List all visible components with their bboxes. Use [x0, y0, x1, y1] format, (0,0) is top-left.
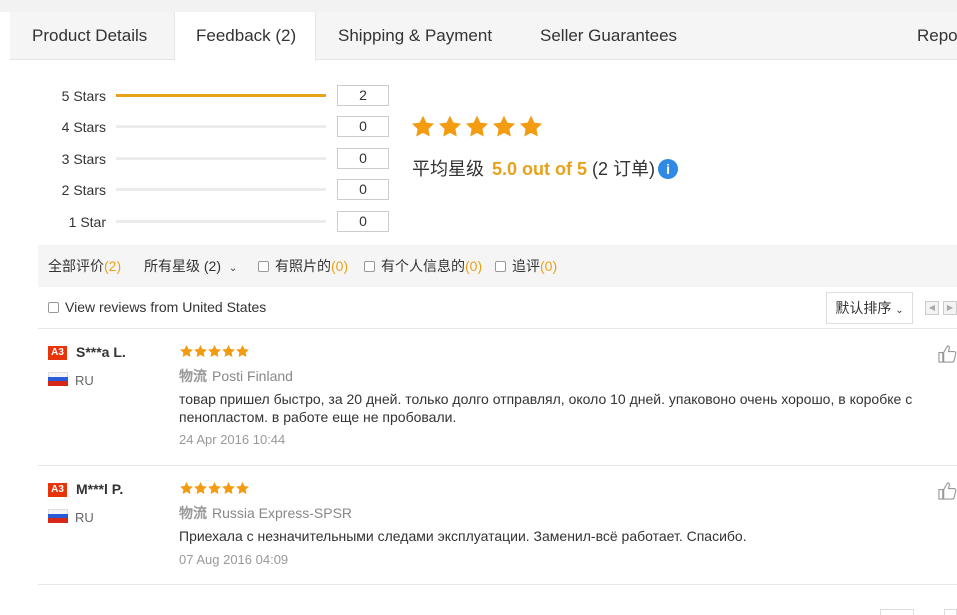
- tab-product-details[interactable]: Product Details: [10, 12, 174, 60]
- star-icon: [194, 344, 207, 357]
- shipping-method: Russia Express-SPSR: [212, 505, 353, 521]
- pagination-button[interactable]: [944, 609, 957, 615]
- sort-dropdown[interactable]: 默认排序 ⌄: [826, 292, 913, 324]
- pagination-button[interactable]: [880, 609, 914, 615]
- buyer-level-badge: A3: [48, 483, 67, 497]
- star-icon: [492, 115, 516, 137]
- chevron-down-icon: ⌄: [895, 305, 904, 316]
- histogram-track: [116, 125, 326, 128]
- filter-stars-label: 所有星级: [144, 258, 200, 274]
- tab-feedback[interactable]: Feedback (2): [174, 12, 316, 61]
- filter-photo-label: 有照片的: [275, 258, 331, 274]
- divider: [38, 584, 957, 585]
- histogram-count: 0: [337, 211, 389, 232]
- histogram-count: 2: [337, 85, 389, 106]
- filter-followup-label: 追评: [512, 258, 540, 274]
- histogram-label: 1 Star: [68, 214, 106, 230]
- histogram-label: 2 Stars: [61, 182, 106, 198]
- russia-flag-icon: [48, 372, 68, 386]
- histogram-label: 5 Stars: [61, 88, 106, 104]
- star-icon: [222, 344, 235, 357]
- filter-personal-info[interactable]: 有个人信息的(0): [364, 245, 482, 287]
- divider: [38, 328, 957, 329]
- review-date: 24 Apr 2016 10:44: [179, 432, 286, 447]
- chevron-down-icon: ⌄: [228, 263, 238, 274]
- review-text: товар пришел быстро, за 20 дней. только …: [179, 391, 913, 425]
- star-icon: [411, 115, 435, 137]
- review-text: Приехала с незначительными следами экспл…: [179, 528, 747, 544]
- checkbox-icon[interactable]: [258, 261, 269, 272]
- review-shipping: 物流 Posti Finland: [179, 366, 293, 386]
- checkbox-icon[interactable]: [364, 261, 375, 272]
- reviewer-name: M***l P.: [76, 481, 124, 497]
- thumbs-up-icon[interactable]: [938, 481, 957, 500]
- star-icon: [180, 344, 193, 357]
- star-icon: [222, 481, 235, 494]
- star-icon: [194, 481, 207, 494]
- sort-label: 默认排序: [835, 300, 892, 316]
- tab-bar: Product Details Feedback (2) Shipping & …: [10, 12, 957, 61]
- reviewer-country: RU: [75, 510, 94, 525]
- filter-photo-count: (0): [331, 258, 349, 274]
- average-rating-stars: [410, 114, 545, 145]
- view-reviews-from-us[interactable]: View reviews from United States: [48, 299, 266, 315]
- star-icon: [465, 115, 489, 137]
- histogram-track: [116, 220, 326, 223]
- reviewer-name: S***a L.: [76, 344, 126, 360]
- filter-follow-up[interactable]: 追评(0): [495, 245, 557, 287]
- filter-stars-count: (2): [203, 258, 222, 274]
- russia-flag-icon: [48, 509, 68, 523]
- average-rating-value: 5.0 out of 5: [492, 159, 588, 179]
- shipping-label: 物流: [179, 368, 207, 384]
- histogram-label: 4 Stars: [61, 119, 106, 135]
- top-band: [0, 0, 957, 12]
- prev-page-icon[interactable]: ◀: [925, 301, 939, 315]
- tab-report[interactable]: Repor: [917, 12, 957, 60]
- review-shipping: 物流 Russia Express-SPSR: [179, 503, 352, 523]
- filter-personal-count: (0): [465, 258, 483, 274]
- checkbox-icon[interactable]: [48, 302, 59, 313]
- filter-all-count: (2): [104, 258, 122, 274]
- reviewer-country: RU: [75, 373, 94, 388]
- review-date: 07 Aug 2016 04:09: [179, 552, 289, 567]
- review-stars: [179, 344, 249, 364]
- review-stars: [179, 481, 249, 501]
- average-rating-orders: (2 订单): [592, 159, 656, 179]
- histogram-track: [116, 94, 326, 97]
- histogram-count: 0: [337, 116, 389, 137]
- view-reviews-label: View reviews from United States: [65, 299, 267, 315]
- tab-seller-guarantees[interactable]: Seller Guarantees: [540, 12, 677, 60]
- next-page-icon[interactable]: ▶: [943, 301, 957, 315]
- histogram-track: [116, 188, 326, 191]
- filter-personal-label: 有个人信息的: [381, 258, 465, 274]
- histogram-count: 0: [337, 179, 389, 200]
- histogram-count: 0: [337, 148, 389, 169]
- filter-followup-count: (0): [540, 258, 558, 274]
- shipping-label: 物流: [179, 505, 207, 521]
- filter-with-photos[interactable]: 有照片的(0): [258, 245, 348, 287]
- star-icon: [236, 344, 249, 357]
- buyer-level-badge: A3: [48, 346, 67, 360]
- filter-all-label: 全部评价: [48, 258, 104, 274]
- star-icon: [438, 115, 462, 137]
- star-icon: [208, 481, 221, 494]
- star-icon: [236, 481, 249, 494]
- filter-all-stars-dropdown[interactable]: 所有星级 (2) ⌄: [144, 245, 237, 290]
- histogram-fill: [116, 94, 326, 97]
- checkbox-icon[interactable]: [495, 261, 506, 272]
- star-icon: [180, 481, 193, 494]
- tab-shipping-payment[interactable]: Shipping & Payment: [338, 12, 492, 60]
- histogram-label: 3 Stars: [61, 151, 106, 167]
- star-icon: [208, 344, 221, 357]
- star-icon: [519, 115, 543, 137]
- info-icon[interactable]: i: [658, 159, 679, 179]
- filter-bar: 全部评价(2) 所有星级 (2) ⌄ 有照片的(0) 有个人信息的(0) 追评(…: [38, 245, 957, 287]
- average-rating: 平均星级 5.0 out of 5 (2 订单) i: [412, 155, 679, 181]
- divider: [38, 465, 957, 466]
- filter-all-reviews[interactable]: 全部评价(2): [48, 245, 121, 287]
- shipping-method: Posti Finland: [212, 368, 293, 384]
- average-rating-prefix: 平均星级: [412, 159, 484, 179]
- histogram-track: [116, 157, 326, 160]
- thumbs-up-icon[interactable]: [938, 344, 957, 363]
